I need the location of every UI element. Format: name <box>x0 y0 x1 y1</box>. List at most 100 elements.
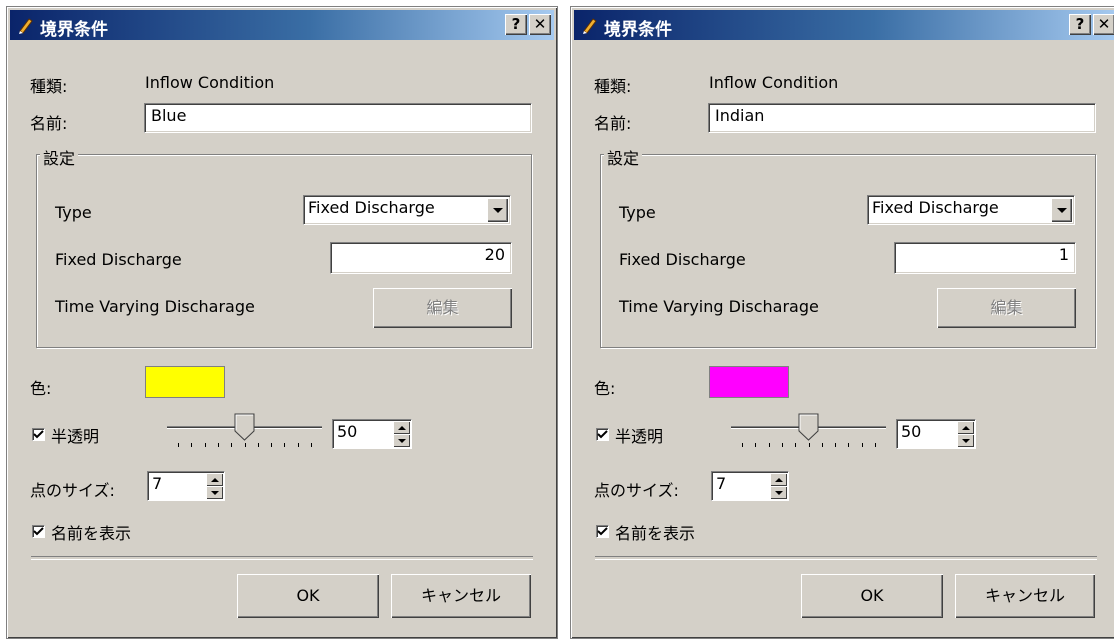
edit-button[interactable]: 編集 <box>937 288 1076 328</box>
show-name-checkbox[interactable] <box>596 525 609 538</box>
transparency-slider[interactable] <box>167 411 322 451</box>
spin-up-button[interactable] <box>957 421 974 434</box>
slider-tick <box>244 443 246 447</box>
type-select-value: Fixed Discharge <box>872 198 999 217</box>
fixed-discharge-input[interactable]: 20 <box>330 242 512 274</box>
spin-up-button[interactable] <box>393 421 410 434</box>
transparency-spinbox[interactable]: 50 <box>332 419 412 449</box>
slider-tick <box>297 443 299 447</box>
point-size-value: 7 <box>152 474 163 493</box>
transparency-label: 半透明 <box>51 427 100 446</box>
arrow-up-icon <box>774 477 783 482</box>
slider-tick <box>191 443 193 447</box>
spin-down-button[interactable] <box>206 486 223 499</box>
spin-down-button[interactable] <box>957 434 974 447</box>
slider-tick <box>861 443 863 447</box>
title-bar[interactable]: 境界条件 ? ✕ <box>574 10 1114 40</box>
slider-tick <box>768 443 770 447</box>
time-varying-label: Time Varying Discharage <box>619 297 819 316</box>
help-button[interactable]: ? <box>505 14 527 35</box>
settings-group-label: 設定 <box>604 145 643 169</box>
slider-tick <box>271 443 273 447</box>
name-label: 名前: <box>30 114 68 133</box>
spin-up-button[interactable] <box>206 473 223 486</box>
checkmark-icon <box>33 527 44 536</box>
slider-tick <box>835 443 837 447</box>
fixed-discharge-label: Fixed Discharge <box>55 250 182 269</box>
color-label: 色: <box>30 379 52 398</box>
chevron-down-icon <box>1056 208 1067 213</box>
type-select[interactable]: Fixed Discharge <box>303 195 511 225</box>
edit-button[interactable]: 編集 <box>373 288 512 328</box>
point-size-label: 点のサイズ: <box>594 481 679 500</box>
arrow-down-icon <box>397 438 406 443</box>
spin-up-button[interactable] <box>770 473 787 486</box>
kind-label: 種類: <box>30 77 68 96</box>
separator <box>595 556 1097 560</box>
arrow-up-icon <box>210 477 219 482</box>
type-select[interactable]: Fixed Discharge <box>867 195 1075 225</box>
show-name-checkbox[interactable] <box>32 525 45 538</box>
slider-tick <box>284 443 286 447</box>
slider-tick <box>808 443 810 447</box>
slider-tick <box>848 443 850 447</box>
ok-button[interactable]: OK <box>801 574 943 618</box>
slider-tick <box>781 443 783 447</box>
color-swatch[interactable] <box>145 366 225 398</box>
name-input[interactable]: Blue <box>144 103 532 133</box>
close-button[interactable]: ✕ <box>1093 14 1114 35</box>
type-select-value: Fixed Discharge <box>308 198 435 217</box>
fixed-discharge-label: Fixed Discharge <box>619 250 746 269</box>
transparency-slider[interactable] <box>731 411 886 451</box>
transparency-checkbox[interactable] <box>596 428 609 441</box>
help-button[interactable]: ? <box>1069 14 1091 35</box>
cancel-button[interactable]: キャンセル <box>955 574 1095 618</box>
color-label: 色: <box>594 379 616 398</box>
arrow-down-icon <box>961 438 970 443</box>
ok-button[interactable]: OK <box>237 574 379 618</box>
checkmark-icon <box>33 430 44 439</box>
slider-tick <box>204 443 206 447</box>
slider-tick <box>217 443 219 447</box>
spin-down-button[interactable] <box>393 434 410 447</box>
slider-tick <box>795 443 797 447</box>
spin-down-button[interactable] <box>770 486 787 499</box>
slider-tick <box>311 443 312 447</box>
transparency-value: 50 <box>901 422 922 441</box>
kind-value: Inflow Condition <box>145 73 275 92</box>
slider-tick <box>178 443 179 447</box>
checkmark-icon <box>597 527 608 536</box>
name-input[interactable]: Indian <box>708 103 1096 133</box>
checkmark-icon <box>597 430 608 439</box>
boundary-condition-dialog-2: 境界条件 ? ✕ 種類: Inflow Condition 名前: Indian… <box>570 6 1114 639</box>
cancel-button[interactable]: キャンセル <box>391 574 531 618</box>
arrow-up-icon <box>961 425 970 430</box>
dropdown-arrow-button[interactable] <box>487 198 508 222</box>
type-label: Type <box>55 203 92 222</box>
settings-group-label: 設定 <box>40 145 79 169</box>
slider-thumb[interactable] <box>234 413 256 441</box>
point-size-spinbox[interactable]: 7 <box>711 471 789 501</box>
fixed-discharge-input[interactable]: 1 <box>894 242 1076 274</box>
dropdown-arrow-button[interactable] <box>1051 198 1072 222</box>
slider-tick <box>742 443 743 447</box>
transparency-checkbox[interactable] <box>32 428 45 441</box>
color-swatch[interactable] <box>709 366 789 398</box>
time-varying-label: Time Varying Discharage <box>55 297 255 316</box>
separator <box>31 556 533 560</box>
slider-thumb[interactable] <box>798 413 820 441</box>
arrow-down-icon <box>210 490 219 495</box>
point-size-spinbox[interactable]: 7 <box>147 471 225 501</box>
transparency-spinbox[interactable]: 50 <box>896 419 976 449</box>
show-name-label: 名前を表示 <box>615 524 696 543</box>
title-bar[interactable]: 境界条件 ? ✕ <box>10 10 554 40</box>
close-button[interactable]: ✕ <box>529 14 551 35</box>
arrow-down-icon <box>774 490 783 495</box>
kind-value: Inflow Condition <box>709 73 839 92</box>
dialog-title: 境界条件 <box>604 20 672 40</box>
show-name-label: 名前を表示 <box>51 524 132 543</box>
transparency-value: 50 <box>337 422 358 441</box>
type-label: Type <box>619 203 656 222</box>
transparency-label: 半透明 <box>615 427 664 446</box>
boundary-condition-dialog-1: 境界条件 ? ✕ 種類: Inflow Condition 名前: Blue 設… <box>6 6 558 639</box>
